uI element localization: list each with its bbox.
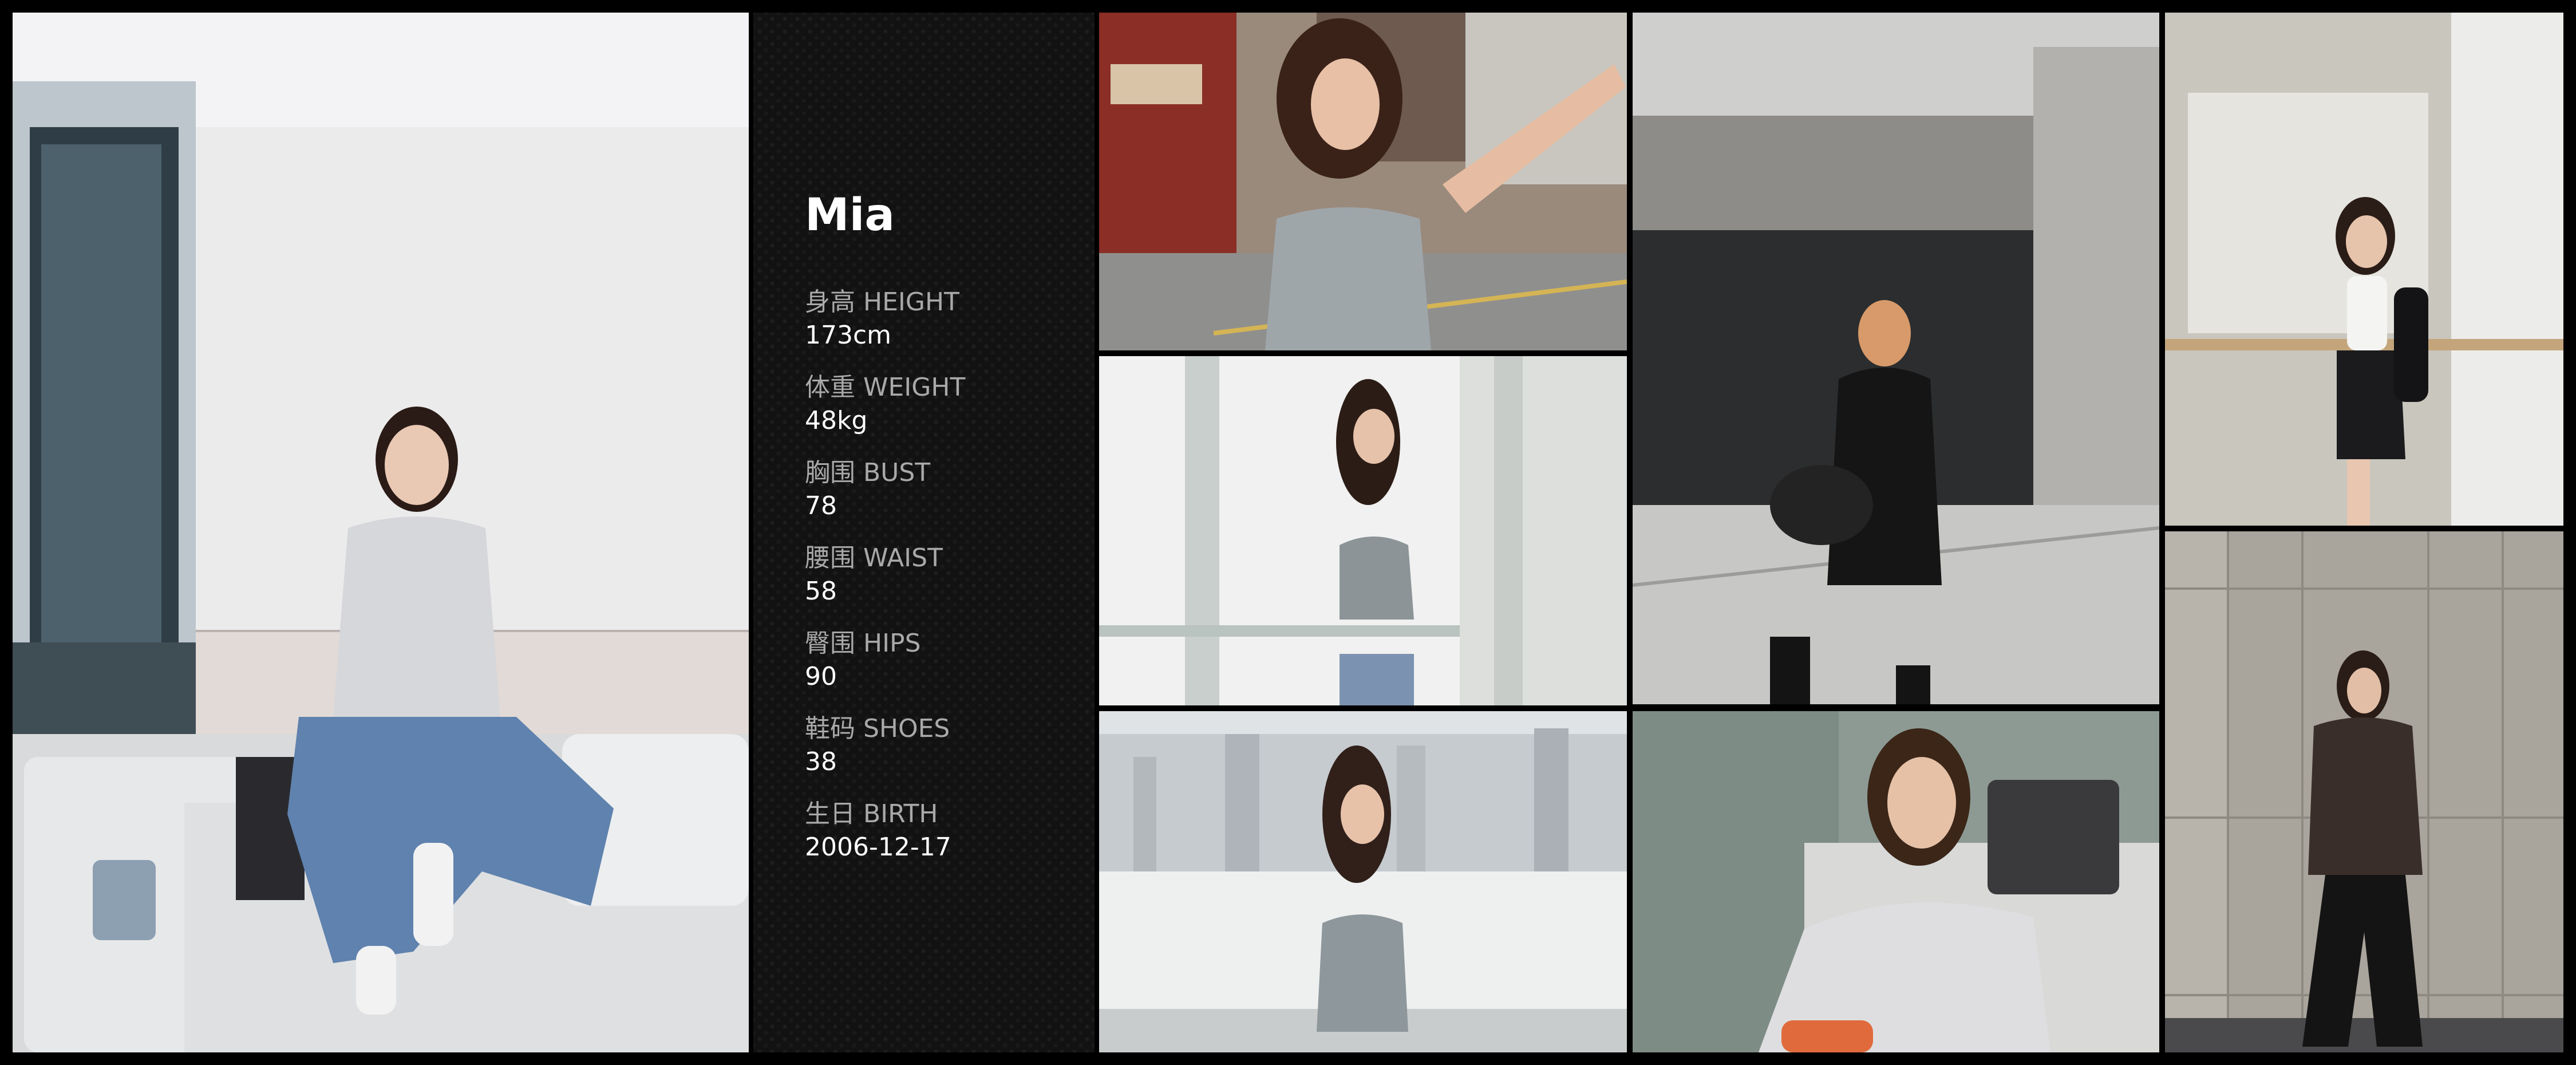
stat-label: 生日 BIRTH (805, 799, 938, 829)
stat-label: 腰围 WAIST (805, 543, 943, 573)
stat-label: 身高 HEIGHT (805, 287, 959, 317)
stat-value: 58 (805, 577, 837, 606)
stat-shoes: 鞋码 SHOES 38 (805, 713, 1080, 798)
info-panel: Mia 身高 HEIGHT 173cm 体重 WEIGHT 48kg 胸围 BU… (753, 13, 1095, 1052)
model-name: Mia (805, 190, 895, 241)
stat-weight: 体重 WEIGHT 48kg (805, 372, 1080, 457)
stat-value: 78 (805, 491, 837, 520)
stat-height: 身高 HEIGHT 173cm (805, 286, 1080, 372)
stat-label: 胸围 BUST (805, 458, 931, 487)
photo-window-crop-top (1099, 356, 1627, 705)
stat-birth: 生日 BIRTH 2006-12-17 (805, 798, 1080, 883)
photo-walking-black-dress (1633, 13, 2159, 704)
stats-list: 身高 HEIGHT 173cm 体重 WEIGHT 48kg 胸围 BUST 7… (805, 286, 1080, 883)
stat-waist: 腰围 WAIST 58 (805, 542, 1080, 628)
stat-label: 体重 WEIGHT (805, 373, 966, 402)
photo-gallery-white-top (2165, 13, 2563, 526)
photo-street-arm-raised (1099, 13, 1627, 350)
stat-value: 90 (805, 662, 837, 691)
photo-harbour-polka-dot (1099, 711, 1627, 1052)
stat-label: 鞋码 SHOES (805, 714, 950, 743)
stat-label: 臀围 HIPS (805, 629, 921, 658)
photo-sofa-sweatshirt (1633, 711, 2159, 1052)
stat-value: 2006-12-17 (805, 833, 951, 862)
stat-value: 173cm (805, 321, 892, 350)
comp-card: Mia 身高 HEIGHT 173cm 体重 WEIGHT 48kg 胸围 BU… (0, 0, 2576, 1065)
stat-hips: 臀围 HIPS 90 (805, 628, 1080, 713)
stat-value: 38 (805, 747, 837, 776)
photo-blazer-stone-wall (2165, 531, 2563, 1052)
photo-seated-sofa (13, 13, 749, 1052)
stat-value: 48kg (805, 406, 868, 435)
stat-bust: 胸围 BUST 78 (805, 457, 1080, 542)
